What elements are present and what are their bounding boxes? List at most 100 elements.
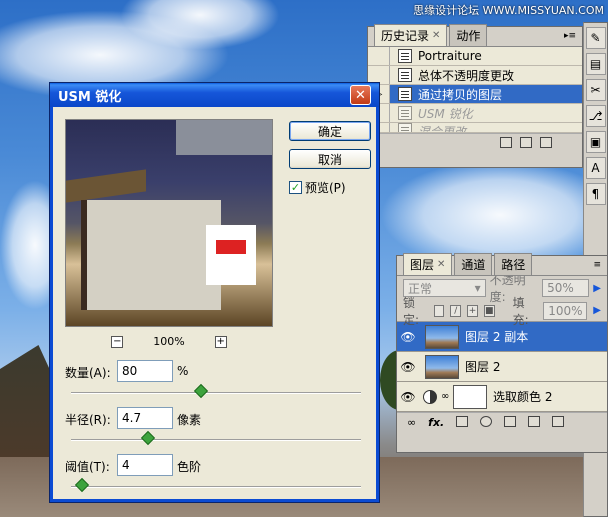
history-item-label: 混合更改 — [418, 125, 467, 133]
fx-button[interactable]: fx. — [428, 416, 444, 429]
history-item-label: 通过拷贝的图层 — [418, 87, 503, 102]
visibility-eye-icon[interactable]: 👁 — [397, 390, 419, 404]
new-document-from-state-icon[interactable] — [500, 137, 512, 148]
adjustment-layer-icon — [423, 389, 437, 404]
amount-input[interactable] — [117, 360, 173, 382]
visibility-eye-icon[interactable]: 👁 — [397, 330, 419, 344]
trash-icon[interactable] — [540, 137, 552, 148]
adjustment-icon[interactable] — [480, 416, 493, 427]
history-source-cell[interactable] — [368, 47, 390, 65]
threshold-unit: 色阶 — [177, 460, 202, 474]
trash-icon[interactable] — [552, 416, 565, 427]
amount-slider-thumb[interactable] — [194, 383, 209, 399]
amount-slider[interactable] — [71, 383, 361, 399]
threshold-slider-thumb[interactable] — [74, 477, 89, 493]
layer-row[interactable]: 👁 图层 2 — [397, 352, 607, 382]
ok-button[interactable]: 确定 — [289, 121, 371, 141]
snapshot-camera-icon[interactable] — [520, 137, 532, 148]
history-footer — [368, 133, 582, 151]
radius-unit: 像素 — [177, 413, 202, 427]
layer-name: 选取颜色 2 — [493, 390, 553, 404]
fill-value: 100% — [548, 303, 583, 318]
new-group-icon[interactable] — [504, 416, 517, 427]
preview-image[interactable] — [65, 119, 273, 327]
add-mask-icon[interactable] — [456, 416, 469, 427]
tab-channels[interactable]: 通道 — [454, 253, 493, 275]
layer-row[interactable]: 👁 ∞ 选取颜色 2 — [397, 382, 607, 412]
dialog-titlebar[interactable]: USM 锐化 ✕ — [50, 83, 379, 107]
radius-input[interactable] — [117, 407, 173, 429]
zoom-in-button[interactable]: + — [214, 335, 227, 348]
opacity-input[interactable]: 50% — [542, 279, 590, 297]
close-tab-icon[interactable]: ✕ — [432, 30, 440, 41]
history-step-icon — [398, 106, 412, 120]
preview-detail — [216, 240, 246, 254]
preview-detail — [206, 225, 256, 285]
history-item-label: 总体不透明度更改 — [418, 68, 515, 83]
watermark: 思缘设计论坛 WWW.MISSYUAN.COM — [413, 4, 604, 17]
layer-mask-thumbnail[interactable] — [453, 384, 487, 409]
history-tabs: 历史记录 ✕ 动作 ▸≡ — [368, 24, 582, 47]
layers-tabs: 图层 ✕ 通道 路径 ≡ — [397, 253, 607, 276]
paragraph-tool-icon[interactable]: ¶ — [585, 183, 606, 205]
tab-paths[interactable]: 路径 — [494, 253, 533, 275]
threshold-slider[interactable] — [71, 477, 361, 493]
visibility-eye-icon[interactable]: 👁 — [397, 360, 419, 374]
history-brush-icon[interactable]: ⎇ — [585, 105, 606, 127]
chevron-down-icon: ▾ — [474, 281, 481, 295]
close-button[interactable]: ✕ — [350, 85, 371, 105]
layers-panel: 图层 ✕ 通道 路径 ≡ 正常 ▾ 不透明度: 50% ▶ 锁定: / + ■ … — [396, 253, 608, 453]
radius-slider[interactable] — [71, 430, 361, 446]
history-step-icon — [398, 123, 412, 132]
history-step-icon — [398, 49, 412, 63]
preview-detail — [176, 120, 272, 155]
history-item-label: USM 锐化 — [418, 106, 473, 121]
new-layer-icon[interactable] — [528, 416, 541, 427]
usm-sharpen-dialog: USM 锐化 ✕ − 100% + 确定 取消 ✓ 预览(P) 数量(A): % — [49, 82, 380, 503]
tab-actions[interactable]: 动作 — [449, 24, 488, 46]
history-item[interactable]: 混合更改 — [368, 123, 582, 133]
history-item[interactable]: USM 锐化 — [368, 104, 582, 123]
history-item-label: Portraiture — [418, 49, 482, 63]
crop-tool-icon[interactable]: ✂ — [585, 79, 606, 101]
zoom-out-button[interactable]: − — [111, 335, 124, 348]
opacity-value: 50% — [547, 281, 574, 295]
link-layers-icon[interactable]: ∞ — [407, 416, 416, 429]
history-step-icon — [398, 87, 412, 101]
preview-checkbox[interactable]: ✓ — [289, 181, 302, 194]
preview-option[interactable]: ✓ 预览(P) — [289, 179, 346, 196]
threshold-label: 阈值(T): — [65, 460, 110, 474]
zoom-controls: − 100% + — [65, 335, 273, 348]
opacity-slider-arrow-icon[interactable]: ▶ — [593, 283, 601, 294]
tab-layers[interactable]: 图层 ✕ — [403, 253, 453, 275]
tab-history[interactable]: 历史记录 ✕ — [374, 24, 448, 46]
brush-tool-icon[interactable]: ✎ — [585, 27, 606, 49]
layer-name: 图层 2 — [465, 360, 501, 374]
stamp-tool-icon[interactable]: ▣ — [585, 131, 606, 153]
radius-slider-thumb[interactable] — [141, 430, 156, 446]
fill-input[interactable]: 100% — [543, 301, 588, 320]
history-item-selected[interactable]: ▷ 通过拷贝的图层 — [368, 85, 582, 104]
layer-thumbnail — [425, 324, 459, 349]
threshold-input[interactable] — [117, 454, 173, 476]
history-item[interactable]: 总体不透明度更改 — [368, 66, 582, 85]
cancel-button[interactable]: 取消 — [289, 149, 371, 169]
history-item[interactable]: Portraiture — [368, 47, 582, 66]
mask-link-icon[interactable]: ∞ — [441, 391, 449, 402]
fill-slider-arrow-icon[interactable]: ▶ — [593, 305, 601, 316]
lock-transparency-icon[interactable] — [433, 304, 445, 317]
lock-all-icon[interactable]: ■ — [483, 304, 495, 317]
text-tool-icon[interactable]: A — [585, 157, 606, 179]
close-tab-icon[interactable]: ✕ — [437, 259, 445, 270]
tab-label: 路径 — [501, 258, 526, 272]
layer-row[interactable]: 👁 图层 2 副本 — [397, 322, 607, 352]
swatch-tool-icon[interactable]: ▤ — [585, 53, 606, 75]
layer-thumbnail — [425, 354, 459, 379]
lock-move-icon[interactable]: + — [467, 304, 478, 317]
preview-detail — [66, 169, 146, 203]
radius-label: 半径(R): — [65, 413, 111, 427]
panel-menu-icon[interactable]: ≡ — [593, 260, 601, 270]
lock-paint-icon[interactable]: / — [450, 304, 462, 317]
panel-menu-icon[interactable]: ▸≡ — [564, 31, 576, 41]
fill-label: 填充: — [512, 295, 529, 327]
